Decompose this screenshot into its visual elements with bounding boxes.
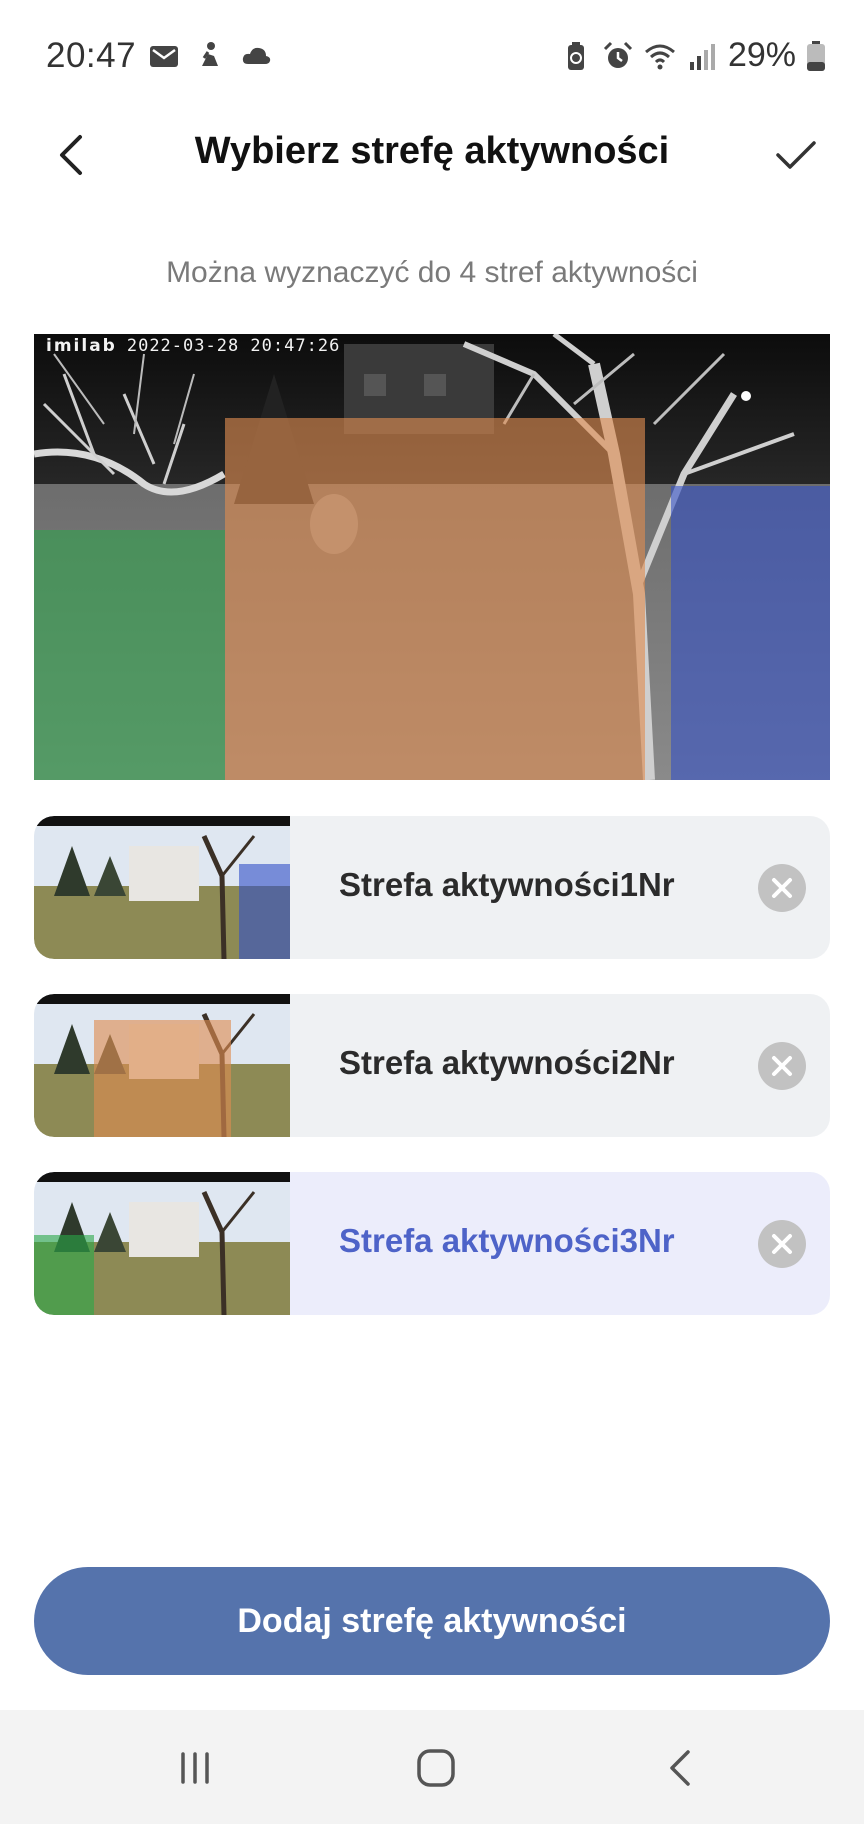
zone-name: Strefa aktywności1Nr	[339, 866, 675, 903]
signal-icon	[689, 43, 715, 70]
zone-name: Strefa aktywności3Nr	[339, 1222, 675, 1259]
zone-thumbnail	[34, 1172, 290, 1315]
add-zone-button[interactable]: Dodaj strefę aktywności	[34, 1567, 830, 1675]
mail-icon	[150, 46, 178, 67]
chevron-left-icon	[60, 135, 82, 175]
zone-limit-hint: Można wyznaczyć do 4 stref aktywności	[166, 256, 698, 289]
status-right-icons: 29%	[560, 36, 826, 75]
cloud-icon	[242, 47, 271, 64]
home-button[interactable]	[406, 1738, 466, 1798]
battery-saver-icon	[567, 41, 584, 70]
timestamp-text: 2022-03-28 20:47:26	[126, 336, 341, 356]
navigation-bar	[0, 1710, 864, 1824]
zone-thumbnail-image	[34, 1172, 290, 1315]
activity-zone-3-overlay[interactable]	[34, 530, 225, 780]
zone-name: Strefa aktywności2Nr	[339, 1044, 675, 1081]
confirm-button[interactable]	[764, 126, 828, 184]
remove-zone-button[interactable]	[758, 864, 806, 912]
recent-apps-button[interactable]	[165, 1738, 225, 1798]
close-icon	[772, 1234, 792, 1254]
camera-timestamp: imilab 2022-03-28 20:47:26	[46, 336, 340, 356]
wifi-icon	[644, 44, 675, 69]
back-icon	[670, 1750, 690, 1786]
remove-zone-button[interactable]	[758, 1220, 806, 1268]
checkmark-icon	[776, 141, 816, 169]
back-button[interactable]	[44, 128, 98, 182]
status-left-icons	[148, 40, 272, 72]
close-icon	[772, 1056, 792, 1076]
page-title: Wybierz strefę aktywności	[194, 130, 670, 172]
status-time: 20:47	[46, 36, 137, 75]
close-icon	[772, 878, 792, 898]
zone-list-item-3[interactable]: Strefa aktywności3Nr	[34, 1172, 830, 1315]
system-back-button[interactable]	[650, 1738, 710, 1798]
activity-zone-2-overlay[interactable]	[225, 418, 645, 780]
zone-thumbnail-image	[34, 994, 290, 1137]
header: Wybierz strefę aktywności	[0, 112, 864, 196]
camera-preview[interactable]: imilab 2022-03-28 20:47:26	[34, 334, 830, 780]
status-bar: 20:47 29%	[0, 0, 864, 112]
zone-list-item-2[interactable]: Strefa aktywności2Nr	[34, 994, 830, 1137]
remove-zone-button[interactable]	[758, 1042, 806, 1090]
zone-list: Strefa aktywności1Nr Strefa aktywności2N…	[34, 816, 830, 1350]
activity-zone-1-overlay[interactable]	[671, 486, 830, 780]
home-icon	[417, 1749, 455, 1787]
battery-icon	[807, 40, 825, 71]
alarm-icon	[603, 41, 632, 68]
battery-percentage: 29%	[727, 36, 796, 74]
zone-thumbnail	[34, 816, 290, 959]
zone-thumbnail	[34, 994, 290, 1137]
zone-list-item-1[interactable]: Strefa aktywności1Nr	[34, 816, 830, 959]
recent-apps-icon	[181, 1752, 209, 1784]
zone-thumbnail-image	[34, 816, 290, 959]
camera-logo: imilab	[46, 336, 117, 356]
activity-icon	[202, 42, 218, 66]
